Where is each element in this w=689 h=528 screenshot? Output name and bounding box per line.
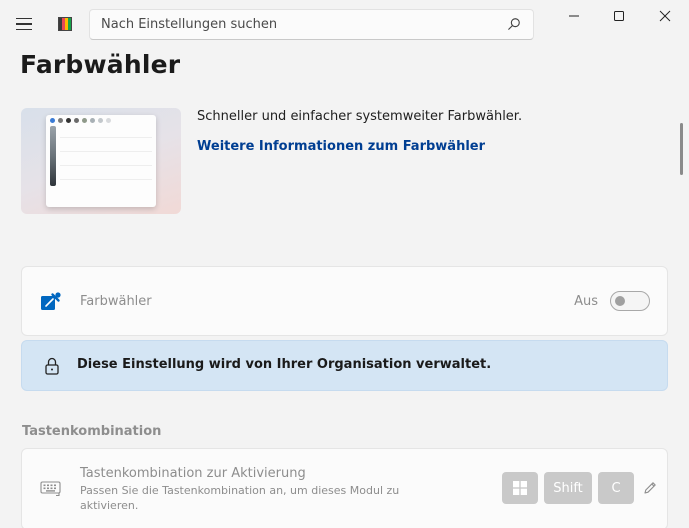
close-button[interactable] bbox=[642, 4, 688, 28]
scrollbar-thumb[interactable] bbox=[680, 123, 683, 175]
shortcut-description: Passen Sie die Tastenkombination an, um … bbox=[80, 484, 400, 512]
toggle-knob bbox=[615, 296, 625, 306]
settings-search bbox=[89, 9, 534, 40]
edit-pencil-icon[interactable] bbox=[642, 480, 658, 496]
maximize-icon bbox=[614, 11, 624, 21]
keyboard-icon bbox=[40, 481, 61, 497]
hero-description: Schneller und einfacher systemweiter Far… bbox=[197, 109, 523, 124]
hamburger-line bbox=[16, 28, 32, 31]
shortcut-card: Tastenkombination zur Aktivierung Passen… bbox=[21, 448, 668, 528]
maximize-button[interactable] bbox=[596, 4, 642, 28]
close-icon bbox=[659, 10, 671, 22]
color-picker-preview bbox=[46, 115, 156, 207]
section-title-shortcut: Tastenkombination bbox=[22, 424, 162, 439]
hamburger-line bbox=[16, 23, 32, 25]
hamburger-line bbox=[16, 17, 32, 20]
powertoys-logo-icon bbox=[58, 17, 72, 31]
color-picker-icon bbox=[41, 292, 61, 310]
search-input[interactable] bbox=[90, 10, 533, 39]
shortcut-keys: Shift C bbox=[502, 472, 658, 504]
c-key: C bbox=[598, 472, 634, 504]
search-icon[interactable] bbox=[507, 17, 521, 31]
shift-key: Shift bbox=[544, 472, 592, 504]
windows-key bbox=[502, 472, 538, 504]
enable-toggle[interactable] bbox=[610, 291, 650, 311]
enable-module-card: Farbwähler Aus bbox=[21, 266, 668, 336]
policy-message: Diese Einstellung wird von Ihrer Organis… bbox=[77, 357, 492, 372]
minimize-button[interactable] bbox=[551, 4, 597, 28]
windows-logo-icon bbox=[513, 481, 527, 495]
toggle-state-label: Aus bbox=[574, 294, 598, 309]
minimize-icon bbox=[569, 15, 579, 17]
module-label: Farbwähler bbox=[80, 294, 152, 309]
lock-icon bbox=[45, 357, 59, 375]
learn-more-link[interactable]: Weitere Informationen zum Farbwähler bbox=[197, 139, 485, 154]
page-title: Farbwähler bbox=[20, 50, 181, 79]
hero-image bbox=[21, 108, 181, 214]
menu-button[interactable] bbox=[16, 14, 36, 34]
policy-info-bar: Diese Einstellung wird von Ihrer Organis… bbox=[21, 340, 668, 391]
shortcut-title: Tastenkombination zur Aktivierung bbox=[80, 466, 306, 481]
